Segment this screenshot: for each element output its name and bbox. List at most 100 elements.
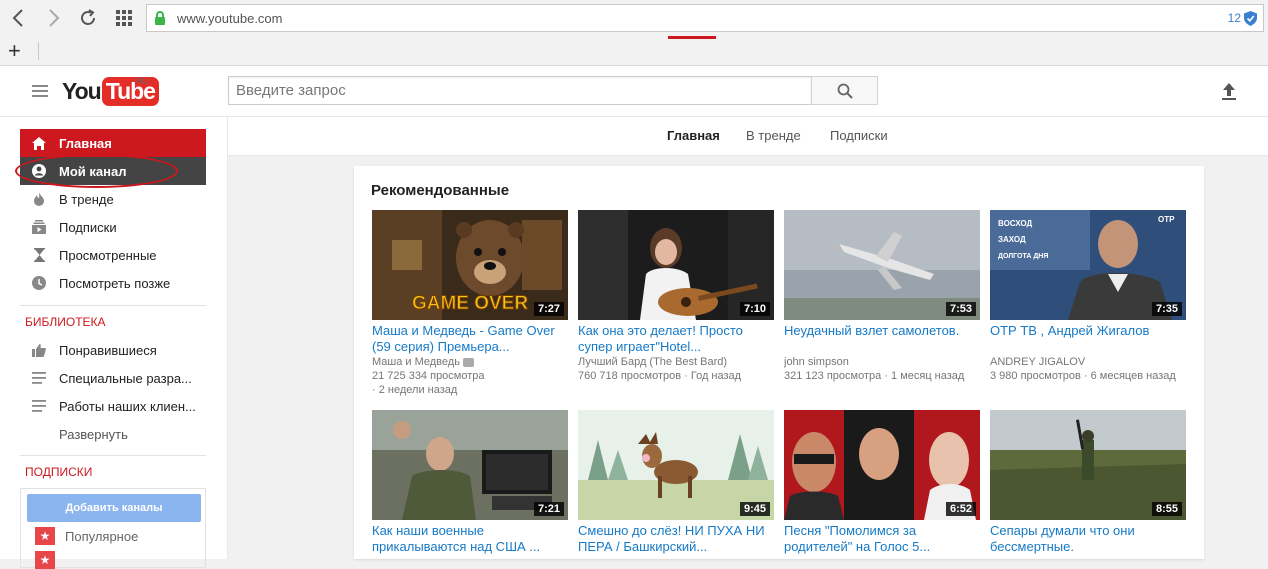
video-card[interactable]: 8:55 Сепары думали что они бессмертные. [990, 410, 1186, 555]
sidebar-item-label: Понравившиеся [59, 342, 157, 358]
video-card[interactable]: 7:53 Неудачный взлет самолетов. john sim… [784, 210, 980, 383]
sidebar-item-playlist-clients[interactable]: Работы наших клиен... [20, 392, 206, 420]
sidebar-item-popular[interactable]: ★ Популярное [35, 527, 138, 545]
video-thumbnail[interactable]: GAME OVER 7:27 [372, 210, 568, 320]
search-box [228, 76, 812, 105]
chevron-left-icon [12, 9, 23, 27]
add-channels-button[interactable]: Добавить каналы [27, 494, 201, 522]
playlist-icon [32, 399, 46, 413]
video-channel[interactable]: Маша и Медведь [372, 355, 568, 369]
video-age: 1 месяц назад [891, 370, 965, 382]
video-thumbnail[interactable]: 7:53 [784, 210, 980, 320]
tab-home[interactable]: Главная [667, 128, 720, 143]
flame-icon [32, 192, 46, 206]
video-thumbnail[interactable]: ВОСХОД ЗАХОД ДОЛГОТА ДНЯ ОТР 7:35 [990, 210, 1186, 320]
sidebar-item-label: Специальные разра... [59, 370, 192, 386]
address-bar[interactable]: www.youtube.com 12 [146, 4, 1264, 32]
video-stats: 3 980 просмотров · 6 месяцев назад [990, 370, 1176, 382]
video-title[interactable]: Песня "Помолимся за родителей" на Голос … [784, 523, 980, 555]
tab-trending[interactable]: В тренде [746, 128, 801, 143]
video-duration: 8:55 [1151, 502, 1182, 516]
menu-icon[interactable] [32, 85, 48, 99]
search-input[interactable] [229, 77, 811, 104]
lock-icon [153, 11, 167, 25]
feed-tabs: Главная В тренде Подписки [228, 117, 1268, 156]
video-title[interactable]: Как она это делает! Просто супер играет"… [578, 323, 774, 355]
speed-dial-button[interactable] [112, 6, 136, 30]
playlist-icon [32, 371, 46, 385]
hourglass-icon [32, 248, 46, 262]
video-title[interactable]: Сепары думали что они бессмертные. [990, 523, 1186, 555]
video-duration: 7:35 [1151, 302, 1182, 316]
video-card[interactable]: 7:10 Как она это делает! Просто супер иг… [578, 210, 774, 383]
weather-sunrise: ВОСХОД [998, 219, 1033, 228]
video-title[interactable]: Смешно до слёз! НИ ПУХА НИ ПЕРА / Башкир… [578, 523, 774, 555]
reload-icon [81, 9, 95, 25]
grid-icon [116, 10, 132, 26]
highlight-annotation [15, 154, 178, 188]
blocked-count: 12 [1227, 11, 1241, 25]
video-channel[interactable]: ANDREY JIGALOV [990, 355, 1186, 369]
sidebar-item-label: В тренде [59, 191, 114, 207]
video-channel[interactable]: Лучший Бард (The Best Bard) [578, 355, 774, 369]
video-thumbnail[interactable]: 7:21 [372, 410, 568, 520]
video-age: 6 месяцев назад [1090, 370, 1176, 382]
sidebar-item-label: Просмотренные [59, 247, 157, 263]
video-thumbnail[interactable]: 6:52 [784, 410, 980, 520]
thumbs-up-icon [32, 343, 46, 357]
video-title[interactable]: Неудачный взлет самолетов. [784, 323, 980, 355]
recommended-section: Рекомендованные GAME OVER 7:27 Маша и Ме… [354, 166, 1204, 559]
sidebar-item-label: Посмотреть позже [59, 275, 171, 291]
video-channel[interactable]: john simpson [784, 355, 980, 369]
chevron-right-icon [49, 9, 60, 27]
youtube-logo[interactable]: You Tube RU [62, 76, 159, 106]
video-card[interactable]: GAME OVER 7:27 Маша и Медведь - Game Ove… [372, 210, 568, 397]
sidebar-item-watch-later[interactable]: Посмотреть позже [20, 269, 206, 297]
video-card[interactable]: 9:45 Смешно до слёз! НИ ПУХА НИ ПЕРА / Б… [578, 410, 774, 555]
verified-icon [462, 357, 474, 367]
youtube-masthead: You Tube RU [0, 66, 1268, 117]
sidebar-item-liked[interactable]: Понравившиеся [20, 336, 206, 364]
upload-icon[interactable] [1218, 80, 1240, 102]
video-title[interactable]: ОТР ТВ , Андрей Жигалов [990, 323, 1186, 355]
video-duration: 7:53 [945, 302, 976, 316]
star-icon: ★ [35, 527, 55, 545]
guide-sidebar: Главная Мой канал В тренде Подписки Прос… [0, 117, 228, 569]
otr-logo-text: ОТР [1158, 215, 1175, 224]
expand-button[interactable]: Развернуть [20, 420, 206, 448]
search-button[interactable] [811, 76, 878, 105]
subscriptions-heading: ПОДПИСКИ [25, 465, 93, 479]
new-tab-button[interactable]: + [8, 40, 21, 62]
channel-name[interactable]: Маша и Медведь [372, 356, 460, 368]
video-age: · 2 недели назад [372, 384, 458, 396]
section-title[interactable]: Рекомендованные [371, 182, 509, 199]
shield-icon[interactable] [1244, 10, 1257, 26]
sidebar-item-playlist-special[interactable]: Специальные разра... [20, 364, 206, 392]
video-title[interactable]: Маша и Медведь - Game Over (59 серия) Пр… [372, 323, 568, 355]
sidebar-item-trending[interactable]: В тренде [20, 185, 206, 213]
reload-button[interactable] [76, 6, 100, 30]
video-card[interactable]: 6:52 Песня "Помолимся за родителей" на Г… [784, 410, 980, 555]
sidebar-item-history[interactable]: Просмотренные [20, 241, 206, 269]
sidebar-item-label: Работы наших клиен... [59, 398, 196, 414]
url-text: www.youtube.com [177, 10, 283, 26]
sidebar-item-home[interactable]: Главная [20, 129, 206, 157]
video-views: 760 718 просмотров [578, 370, 682, 382]
video-thumbnail[interactable]: 9:45 [578, 410, 774, 520]
video-thumbnail[interactable]: 8:55 [990, 410, 1186, 520]
tab-subscriptions[interactable]: Подписки [830, 128, 888, 143]
search-icon [837, 83, 853, 99]
video-card[interactable]: 7:21 Как наши военные прикалываются над … [372, 410, 568, 555]
video-thumbnail[interactable]: 7:10 [578, 210, 774, 320]
video-title[interactable]: Как наши военные прикалываются над США .… [372, 523, 568, 555]
back-button[interactable] [6, 6, 30, 30]
tab-strip: + [0, 36, 1268, 66]
active-tab-indicator [668, 36, 716, 39]
video-card[interactable]: ВОСХОД ЗАХОД ДОЛГОТА ДНЯ ОТР 7:35 ОТР ТВ… [990, 210, 1186, 383]
forward-button[interactable] [42, 6, 66, 30]
sidebar-divider [20, 455, 206, 456]
sidebar-item-subscriptions[interactable]: Подписки [20, 213, 206, 241]
library-heading: БИБЛИОТЕКА [25, 315, 106, 329]
video-duration: 7:10 [739, 302, 770, 316]
sidebar-item-partial[interactable]: ★ [35, 551, 65, 569]
